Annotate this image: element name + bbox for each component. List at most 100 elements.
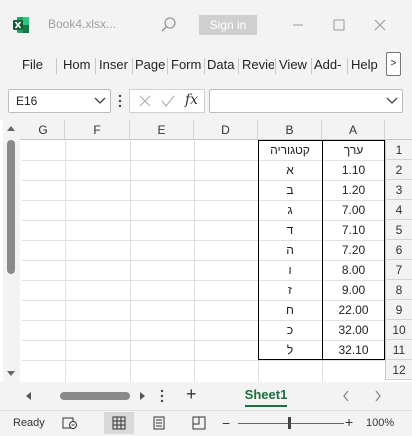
row-header[interactable]: 8 <box>385 280 412 300</box>
ribbon-more-button[interactable]: > <box>386 52 401 76</box>
scroll-up-icon[interactable] <box>6 124 16 132</box>
ribbon-menu-bar: File Hom Inser Page Form Data Revie View… <box>0 50 412 80</box>
menu-separator <box>347 58 348 74</box>
row-header[interactable]: 11 <box>385 340 412 360</box>
vertical-scroll-thumb[interactable] <box>7 140 15 274</box>
row-header[interactable]: 10 <box>385 320 412 340</box>
menu-separator <box>275 58 276 74</box>
header-cell-value[interactable]: ערך <box>322 141 385 161</box>
column-header-g[interactable]: G <box>22 120 65 140</box>
horizontal-scroll-thumb[interactable] <box>60 392 130 400</box>
row-header[interactable]: 9 <box>385 300 412 320</box>
page-layout-icon[interactable] <box>152 416 166 430</box>
cell-category[interactable]: ל <box>258 341 322 361</box>
row-header[interactable]: 6 <box>385 240 412 260</box>
zoom-in-icon[interactable]: + <box>345 414 353 430</box>
cell-value[interactable]: 32.10 <box>322 341 385 361</box>
zoom-out-icon[interactable]: − <box>222 415 230 431</box>
cell-value[interactable]: 7.10 <box>322 221 385 241</box>
cell-value[interactable]: 9.00 <box>322 281 385 301</box>
menu-separator <box>311 58 312 74</box>
gridline <box>130 140 131 382</box>
menu-separator <box>132 58 133 74</box>
row-header[interactable]: 12 <box>385 360 412 380</box>
formula-input[interactable] <box>209 89 403 113</box>
cancel-x-icon[interactable] <box>138 94 152 108</box>
add-sheet-icon[interactable]: + <box>186 384 197 405</box>
scroll-left-icon[interactable] <box>24 391 32 401</box>
menu-insert[interactable]: Inser <box>99 57 131 72</box>
row-header[interactable]: 1 <box>385 140 412 160</box>
select-all-corner[interactable] <box>385 120 412 140</box>
cell-value[interactable]: 8.00 <box>322 261 385 281</box>
cell-category[interactable]: ה <box>258 241 322 261</box>
zoom-level[interactable]: 100% <box>366 417 394 429</box>
menu-home[interactable]: Hom <box>63 57 93 72</box>
cell-value[interactable]: 7.00 <box>322 201 385 221</box>
close-icon[interactable] <box>369 14 391 36</box>
row-header[interactable]: 4 <box>385 200 412 220</box>
menu-separator <box>204 58 205 74</box>
cell-category[interactable]: ב <box>258 181 322 201</box>
tab-prev-icon[interactable] <box>342 390 350 402</box>
zoom-slider-track[interactable] <box>238 423 344 424</box>
scroll-down-icon[interactable] <box>6 370 16 378</box>
chevron-down-icon[interactable] <box>386 96 398 106</box>
name-box[interactable]: E16 <box>8 89 111 113</box>
more-dots-icon[interactable] <box>160 389 164 403</box>
check-icon[interactable] <box>160 94 176 108</box>
cell-value[interactable]: 32.00 <box>322 321 385 341</box>
menu-separator <box>95 58 96 74</box>
menu-formulas[interactable]: Form <box>171 57 202 72</box>
menu-add-ins[interactable]: Add- <box>314 57 345 72</box>
cell-category[interactable]: ו <box>258 261 322 281</box>
active-tab-indicator <box>245 405 287 407</box>
menu-help[interactable]: Help <box>351 57 381 72</box>
menu-file[interactable]: File <box>22 57 43 72</box>
maximize-icon[interactable] <box>328 14 350 36</box>
chevron-down-icon[interactable] <box>94 96 106 106</box>
more-dots-icon[interactable] <box>118 93 122 109</box>
row-header[interactable]: 2 <box>385 160 412 180</box>
row-header[interactable]: 5 <box>385 220 412 240</box>
status-ready: Ready <box>13 417 45 429</box>
menu-review[interactable]: Revie <box>242 57 274 72</box>
column-header-d[interactable]: D <box>194 120 258 140</box>
gridline <box>65 140 66 382</box>
menu-data[interactable]: Data <box>207 57 237 72</box>
header-cell-category[interactable]: קטגוריה <box>258 141 322 161</box>
sign-in-button[interactable]: Sign in <box>199 15 257 35</box>
accessibility-icon[interactable] <box>62 416 78 430</box>
zoom-slider-thumb[interactable] <box>288 417 291 429</box>
cell-category[interactable]: ד <box>258 221 322 241</box>
menu-page-layout[interactable]: Page <box>135 57 166 72</box>
window-title: Book4.xlsx... <box>48 17 117 31</box>
column-header-f[interactable]: F <box>65 120 130 140</box>
row-header[interactable]: 7 <box>385 260 412 280</box>
column-header-e[interactable]: E <box>130 120 194 140</box>
cell-value[interactable]: 7.20 <box>322 241 385 261</box>
name-box-value: E16 <box>16 94 38 108</box>
cell-category[interactable]: א <box>258 161 322 181</box>
minimize-icon[interactable] <box>287 14 309 36</box>
gridline <box>194 140 195 382</box>
column-header-b[interactable]: B <box>258 120 322 140</box>
cell-category[interactable]: ז <box>258 281 322 301</box>
scroll-right-icon[interactable] <box>139 391 147 401</box>
cell-category[interactable]: ג <box>258 201 322 221</box>
normal-view-icon[interactable] <box>112 416 126 430</box>
page-break-icon[interactable] <box>192 416 206 430</box>
cell-value[interactable]: 1.20 <box>322 181 385 201</box>
cell-category[interactable]: ח <box>258 301 322 321</box>
row-header[interactable]: 3 <box>385 180 412 200</box>
cell-category[interactable]: כ <box>258 321 322 341</box>
cell-value[interactable]: 1.10 <box>322 161 385 181</box>
fx-icon[interactable]: fx <box>185 92 198 108</box>
excel-logo-icon <box>13 17 29 33</box>
column-header-a[interactable]: A <box>322 120 385 140</box>
menu-view[interactable]: View <box>279 57 309 72</box>
menu-separator <box>167 58 168 74</box>
cell-value[interactable]: 22.00 <box>322 301 385 321</box>
search-icon[interactable] <box>160 16 178 34</box>
tab-next-icon[interactable] <box>374 390 382 402</box>
